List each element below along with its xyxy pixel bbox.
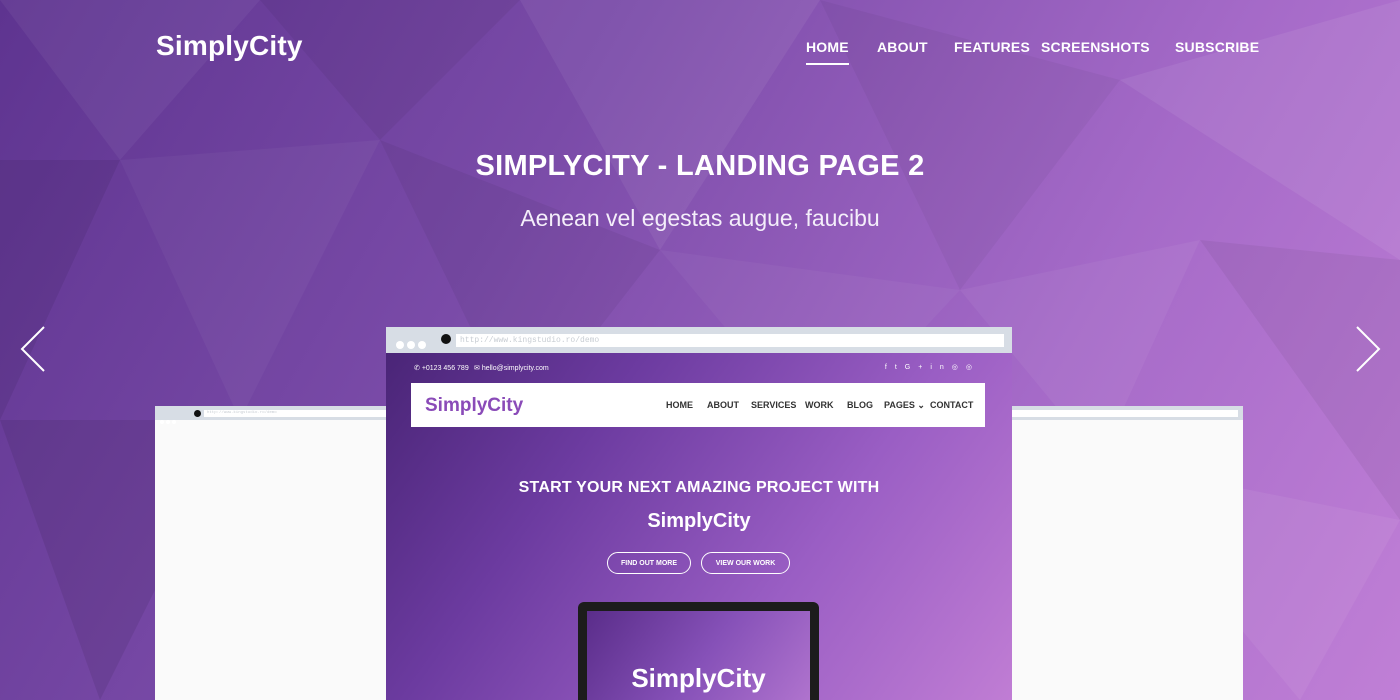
address-bar: http://www.kingstudio.ro/demo bbox=[204, 410, 386, 417]
chevron-left-icon bbox=[20, 326, 45, 372]
top-navigation: SimplyCity HOME ABOUT FEATURES SCREENSHO… bbox=[0, 0, 1400, 90]
preview-nav-services: SERVICES bbox=[751, 400, 797, 410]
screenshot-slide-main[interactable]: http://www.kingstudio.ro/demo ✆ +0123 45… bbox=[386, 327, 1012, 700]
preview-social-icons: ftG+in◎◎ bbox=[885, 363, 980, 371]
window-dots bbox=[396, 336, 429, 354]
preview-page: ✆ +0123 456 789 ✉ hello@simplycity.com f… bbox=[386, 353, 1012, 700]
address-bar: http://www.kingstudio.ro/demo bbox=[456, 334, 1004, 347]
slider-prev-button[interactable] bbox=[20, 326, 46, 372]
browser-toolbar: http://www.kingstudio.ro/demo bbox=[155, 406, 386, 424]
nav-about[interactable]: ABOUT bbox=[877, 39, 928, 55]
hero-title: SIMPLYCITY - LANDING PAGE 2 bbox=[475, 150, 925, 182]
nav-home[interactable]: HOME bbox=[806, 39, 849, 65]
browser-toolbar: http://www.kingstudio.ro/demo bbox=[386, 327, 1012, 353]
linkedin-icon: in bbox=[930, 364, 952, 371]
screenshot-slide-right[interactable] bbox=[1012, 406, 1243, 700]
view-our-work-button: VIEW OUR WORK bbox=[701, 552, 790, 574]
nav-features[interactable]: FEATURES bbox=[954, 39, 1030, 55]
site-logo[interactable]: SimplyCity bbox=[156, 30, 303, 62]
screenshot-slide-left[interactable]: http://www.kingstudio.ro/demo bbox=[155, 406, 386, 700]
twitter-icon: t bbox=[894, 364, 905, 371]
chevron-down-icon: ⌄ bbox=[917, 400, 925, 410]
browser-toolbar bbox=[1012, 406, 1243, 420]
preview-navbar: SimplyCity HOME ABOUT SERVICES WORK BLOG… bbox=[411, 383, 985, 427]
preview-nav-work: WORK bbox=[805, 400, 834, 410]
find-out-more-button: FIND OUT MORE bbox=[607, 552, 691, 574]
nav-screenshots[interactable]: SCREENSHOTS bbox=[1041, 39, 1150, 55]
preview-nav-about: ABOUT bbox=[707, 400, 739, 410]
chevron-right-icon bbox=[1356, 326, 1381, 372]
dribbble-icon: ◎ bbox=[965, 364, 980, 371]
preview-brand: SimplyCity bbox=[647, 510, 751, 532]
facebook-icon: f bbox=[884, 364, 895, 371]
slider-next-button[interactable] bbox=[1355, 326, 1381, 372]
preview-headline: START YOUR NEXT AMAZING PROJECT WITH bbox=[518, 479, 880, 496]
preview-logo: SimplyCity bbox=[425, 395, 524, 416]
monitor-brand: SimplyCity bbox=[631, 663, 766, 693]
preview-nav-contact: CONTACT bbox=[930, 400, 974, 410]
browser-badge-icon bbox=[194, 410, 201, 417]
window-dots bbox=[160, 411, 178, 429]
browser-badge-icon bbox=[441, 334, 451, 344]
nav-subscribe[interactable]: SUBSCRIBE bbox=[1175, 39, 1259, 55]
monitor-mockup: SimplyCity bbox=[578, 602, 819, 700]
preview-nav-blog: BLOG bbox=[847, 400, 873, 410]
monitor-screen: SimplyCity bbox=[587, 611, 810, 700]
address-bar bbox=[1012, 410, 1238, 417]
preview-nav-pages: PAGES ⌄ bbox=[884, 400, 925, 410]
google-plus-icon: G+ bbox=[904, 364, 931, 371]
instagram-icon: ◎ bbox=[951, 364, 966, 371]
preview-email: ✉ hello@simplycity.com bbox=[474, 365, 549, 372]
preview-phone: ✆ +0123 456 789 bbox=[414, 365, 469, 372]
hero-subtitle: Aenean vel egestas augue, faucibu bbox=[520, 205, 880, 231]
preview-nav-home: HOME bbox=[666, 400, 693, 410]
